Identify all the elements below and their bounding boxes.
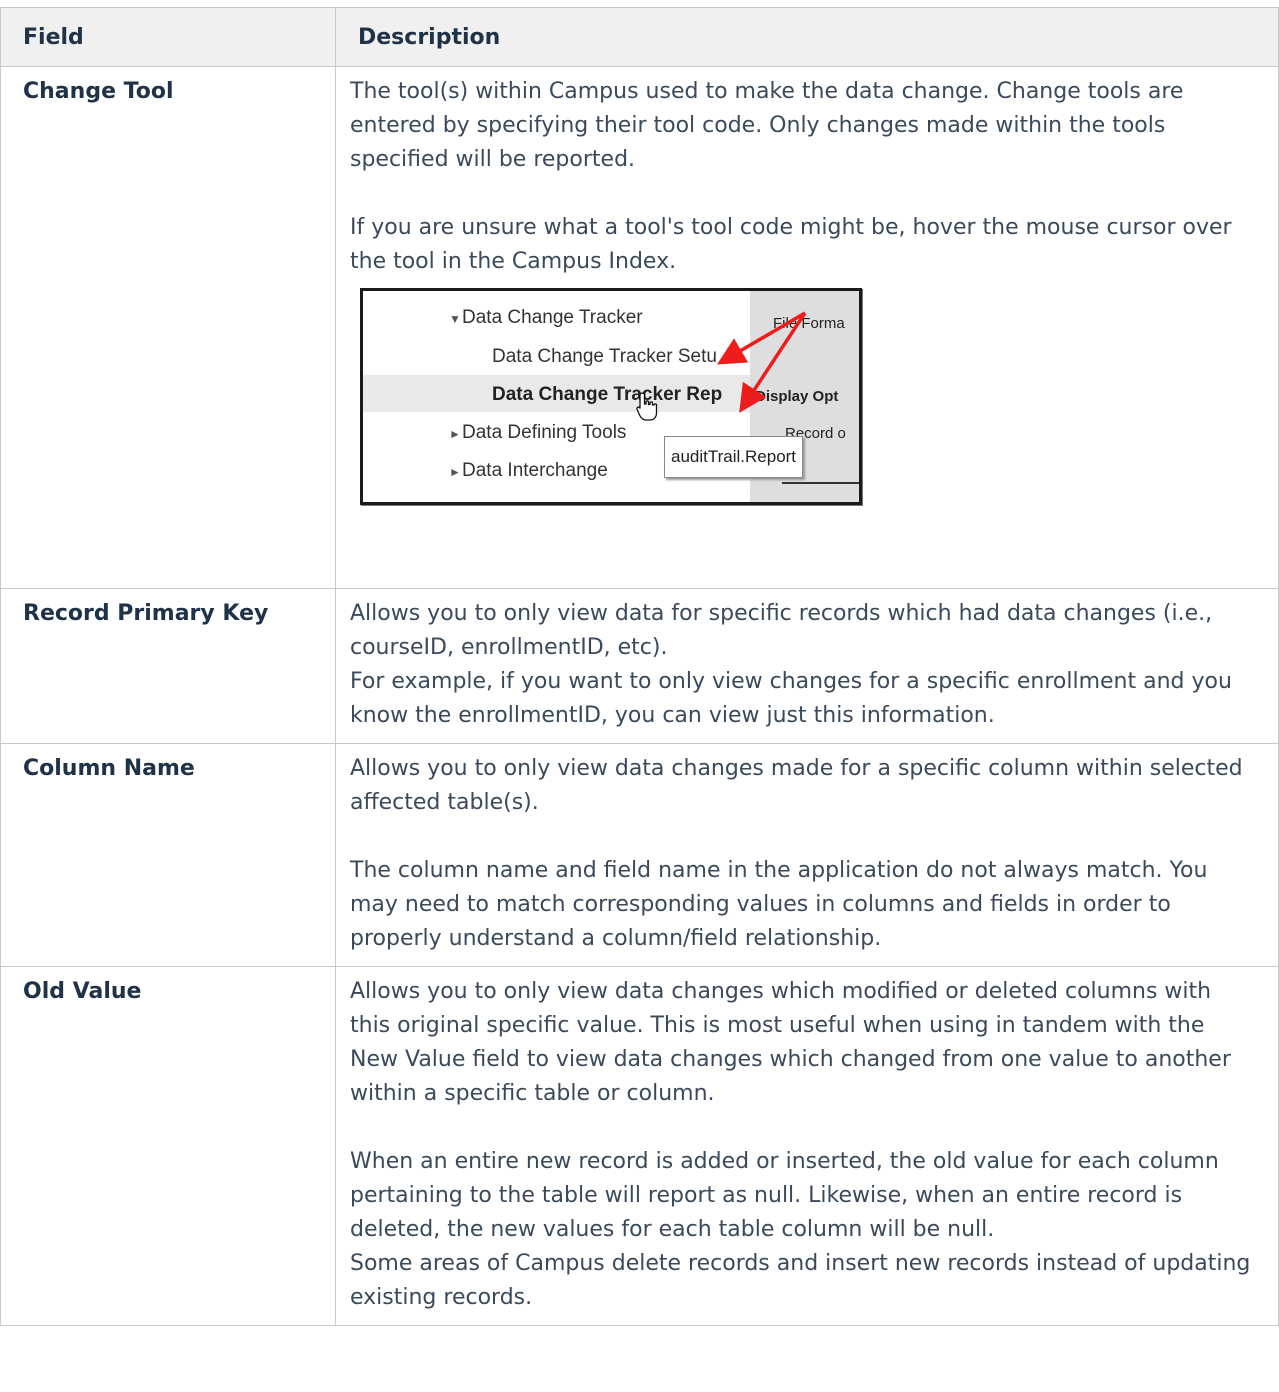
- description-cell: Allows you to only view data changes whi…: [335, 966, 1279, 1326]
- description-paragraph: If you are unsure what a tool's tool cod…: [350, 215, 1232, 274]
- field-name-old-value: Old Value: [0, 966, 336, 1326]
- description-cell: The tool(s) within Campus used to make t…: [335, 66, 1279, 589]
- description-paragraph: The column name and field name in the ap…: [350, 858, 1208, 951]
- table-row: Old Value Allows you to only view data c…: [0, 966, 1279, 1326]
- table-row: Record Primary Key Allows you to only vi…: [0, 588, 1279, 744]
- header-description: Description: [335, 7, 1279, 67]
- description-cell: Allows you to only view data for specifi…: [335, 588, 1279, 744]
- field-description-table: Field Description Change Tool The tool(s…: [0, 7, 1279, 1326]
- description-paragraph: The tool(s) within Campus used to make t…: [350, 79, 1184, 172]
- header-field: Field: [0, 7, 336, 67]
- description-paragraph: Allows you to only view data changes whi…: [350, 979, 1231, 1106]
- description-paragraph: When an entire new record is added or in…: [350, 1149, 1219, 1242]
- description-paragraph: Allows you to only view data changes mad…: [350, 756, 1243, 815]
- table-header-row: Field Description: [0, 7, 1279, 67]
- field-name-record-primary-key: Record Primary Key: [0, 588, 336, 744]
- description-cell: Allows you to only view data changes mad…: [335, 743, 1279, 967]
- field-name-change-tool: Change Tool: [0, 66, 336, 589]
- page: Field Description Change Tool The tool(s…: [0, 0, 1279, 1392]
- campus-index-screenshot: ▼Data Change Tracker Data Change Tracker…: [360, 288, 862, 505]
- tooltip: auditTrail.Report: [664, 436, 804, 478]
- description-line: Allows you to only view data for specifi…: [350, 601, 1213, 660]
- table-row: Column Name Allows you to only view data…: [0, 743, 1279, 967]
- hand-cursor-icon: [636, 392, 658, 421]
- description-paragraph: Some areas of Campus delete records and …: [350, 1251, 1251, 1310]
- field-name-column-name: Column Name: [0, 743, 336, 967]
- table-row: Change Tool The tool(s) within Campus us…: [0, 66, 1279, 589]
- description-line: For example, if you want to only view ch…: [350, 669, 1232, 728]
